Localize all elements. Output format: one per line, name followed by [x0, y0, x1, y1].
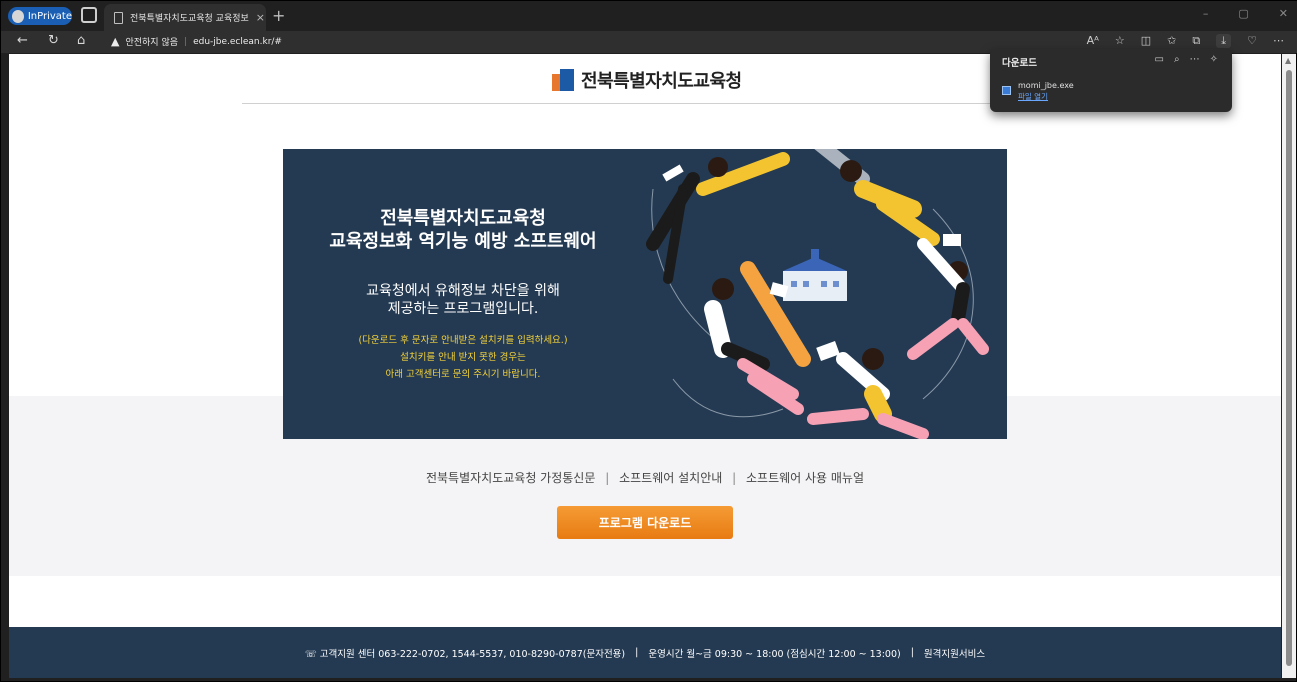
scroll-up-icon[interactable]: ▲ — [1285, 56, 1291, 65]
page-scrollbar[interactable]: ▲ — [1282, 54, 1296, 678]
open-folder-icon[interactable]: ▭ — [1155, 54, 1164, 65]
url-text[interactable]: edu-jbe.eclean.kr/# — [193, 37, 282, 47]
download-file-name[interactable]: momi_jbe.exe — [1018, 81, 1074, 90]
security-status[interactable]: 안전하지 않음 — [125, 35, 178, 48]
banner-title-line1: 전북특별자치도교육청 — [380, 208, 546, 229]
more-icon[interactable]: ⋯ — [1273, 34, 1284, 48]
banner-note-line3: 아래 고객센터로 문의 주시기 바랍니다. — [385, 369, 541, 380]
site-logo[interactable]: 전북특별자치도교육청 — [552, 66, 742, 94]
logo-mark-icon — [552, 69, 574, 91]
link-separator: | — [732, 471, 737, 485]
open-file-link[interactable]: 파일 열기 — [1018, 91, 1048, 102]
banner-description: 교육청에서 유해정보 차단을 위해 제공하는 프로그램입니다. — [283, 282, 643, 318]
tab-close-icon[interactable]: × — [256, 11, 265, 24]
inprivate-badge[interactable]: InPrivate — [8, 7, 72, 25]
maximize-button[interactable]: ▢ — [1238, 7, 1248, 20]
banner-note: (다운로드 후 문자로 안내받은 설치키를 입력하세요.) 설치키를 안내 받지… — [283, 332, 643, 383]
copilot-icon[interactable]: ♡ — [1247, 34, 1257, 48]
footer-separator: | — [910, 647, 914, 658]
downloads-actions: ▭ ⌕ ⋯ ✧ — [1155, 54, 1218, 65]
home-icon[interactable]: ⌂ — [77, 33, 85, 48]
scroll-thumb[interactable] — [1286, 70, 1292, 666]
collections-icon[interactable]: ⧉ — [1192, 34, 1200, 48]
more-options-icon[interactable]: ⋯ — [1190, 54, 1200, 65]
page-icon — [114, 11, 123, 24]
refresh-icon[interactable]: ↻ — [48, 33, 59, 48]
search-icon[interactable]: ⌕ — [1174, 54, 1180, 65]
split-screen-icon[interactable]: ◫ — [1141, 34, 1151, 48]
banner-desc-line2: 제공하는 프로그램입니다. — [387, 301, 539, 317]
new-tab-button[interactable]: + — [272, 6, 285, 25]
downloads-title: 다운로드 — [1002, 58, 1037, 69]
toolbar-icons: Aᴬ ☆ ◫ ✩ ⧉ ⤓ ♡ ⋯ — [1087, 34, 1284, 48]
tab-actions-icon[interactable] — [81, 7, 97, 23]
address-divider: | — [184, 36, 188, 47]
window-controls: – ▢ ✕ — [1203, 7, 1288, 20]
hero-banner: 전북특별자치도교육청 교육정보화 역기능 예방 소프트웨어 교육청에서 유해정보… — [283, 149, 1007, 439]
footer-support: ☏ 고객지원 센터 063-222-0702, 1544-5537, 010-8… — [304, 648, 626, 660]
read-aloud-icon[interactable]: Aᴬ — [1087, 34, 1099, 48]
exe-file-icon — [1002, 86, 1011, 95]
program-download-button[interactable]: 프로그램 다운로드 — [557, 506, 733, 539]
link-newsletter[interactable]: 전북특별자치도교육청 가정통신문 — [426, 471, 595, 485]
back-icon[interactable]: ← — [17, 33, 28, 48]
favorite-icon[interactable]: ☆ — [1115, 34, 1125, 48]
footer-hours: 운영시간 월~금 09:30 ~ 18:00 (점심시간 12:00 ~ 13:… — [648, 648, 901, 660]
info-links: 전북특별자치도교육청 가정통신문 | 소프트웨어 설치안내 | 소프트웨어 사용… — [9, 469, 1281, 486]
download-icon[interactable]: ⤓ — [1216, 34, 1232, 48]
banner-note-line2: 설치키를 안내 받지 못한 경우는 — [400, 352, 526, 363]
web-page: 전북특별자치도교육청 전북특별자치도교육청 교육정보화 역기능 예방 소프트웨어… — [9, 54, 1281, 678]
link-install-guide[interactable]: 소프트웨어 설치안내 — [619, 471, 722, 485]
tab-strip: InPrivate 전북특별자치도교육청 교육정보 × + – ▢ ✕ — [1, 1, 1297, 31]
link-user-manual[interactable]: 소프트웨어 사용 매뉴얼 — [746, 471, 864, 485]
downloads-flyout: 다운로드 ▭ ⌕ ⋯ ✧ momi_jbe.exe 파일 열기 — [990, 49, 1232, 112]
remote-support-link[interactable]: 원격지원서비스 — [924, 646, 985, 660]
profile-avatar — [12, 9, 24, 23]
pin-icon[interactable]: ✧ — [1210, 54, 1218, 65]
banner-desc-line1: 교육청에서 유해정보 차단을 위해 — [366, 283, 560, 299]
banner-note-line1: (다운로드 후 문자로 안내받은 설치키를 입력하세요.) — [358, 335, 568, 346]
browser-window: InPrivate 전북특별자치도교육청 교육정보 × + – ▢ ✕ ← ↻ … — [0, 0, 1297, 682]
inprivate-label: InPrivate — [27, 10, 72, 22]
student-figure-3 — [907, 238, 989, 360]
student-figure-4 — [807, 341, 929, 439]
banner-title-line2: 교육정보화 역기능 예방 소프트웨어 — [329, 231, 597, 252]
student-figure-1 — [646, 152, 790, 284]
warning-icon: ▲ — [111, 35, 120, 48]
footer-bar: ☏ 고객지원 센터 063-222-0702, 1544-5537, 010-8… — [9, 627, 1281, 678]
close-window-button[interactable]: ✕ — [1279, 7, 1288, 20]
favorites-icon[interactable]: ✩ — [1167, 34, 1176, 48]
address-bar[interactable]: ▲ 안전하지 않음 | edu-jbe.eclean.kr/# — [111, 33, 282, 50]
logo-text: 전북특별자치도교육청 — [581, 71, 742, 92]
tab-active[interactable]: 전북특별자치도교육청 교육정보 × — [104, 4, 266, 31]
students-illustration — [646, 149, 989, 439]
minimize-button[interactable]: – — [1203, 7, 1209, 20]
school-building-icon — [783, 249, 847, 301]
student-figure-2 — [814, 149, 961, 246]
header-divider — [242, 103, 1042, 104]
tab-title: 전북특별자치도교육청 교육정보 — [130, 14, 249, 24]
link-separator: | — [605, 471, 610, 485]
footer-separator: | — [635, 647, 639, 658]
